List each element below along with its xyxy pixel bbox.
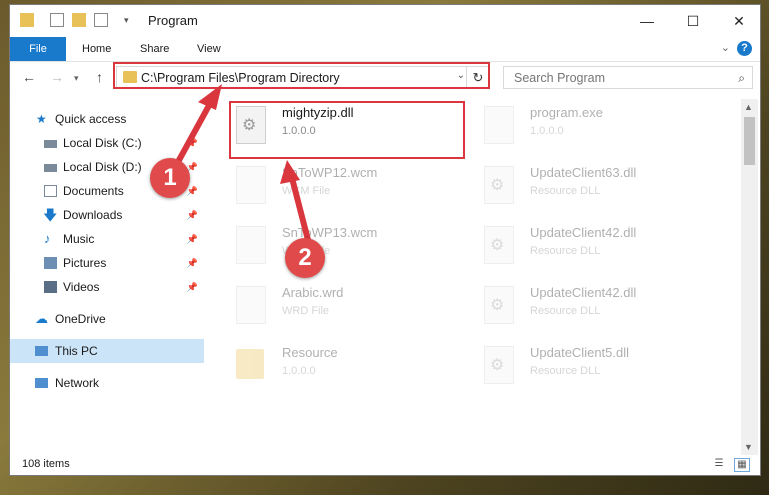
arrow-one-line [175, 97, 215, 165]
arrow-one-head [198, 84, 222, 110]
arrow-two-head [280, 160, 300, 184]
arrow-two-line [289, 175, 311, 243]
callout-one: 1 [150, 158, 190, 198]
annotation-arrows [175, 84, 311, 243]
callout-two: 2 [285, 238, 325, 278]
